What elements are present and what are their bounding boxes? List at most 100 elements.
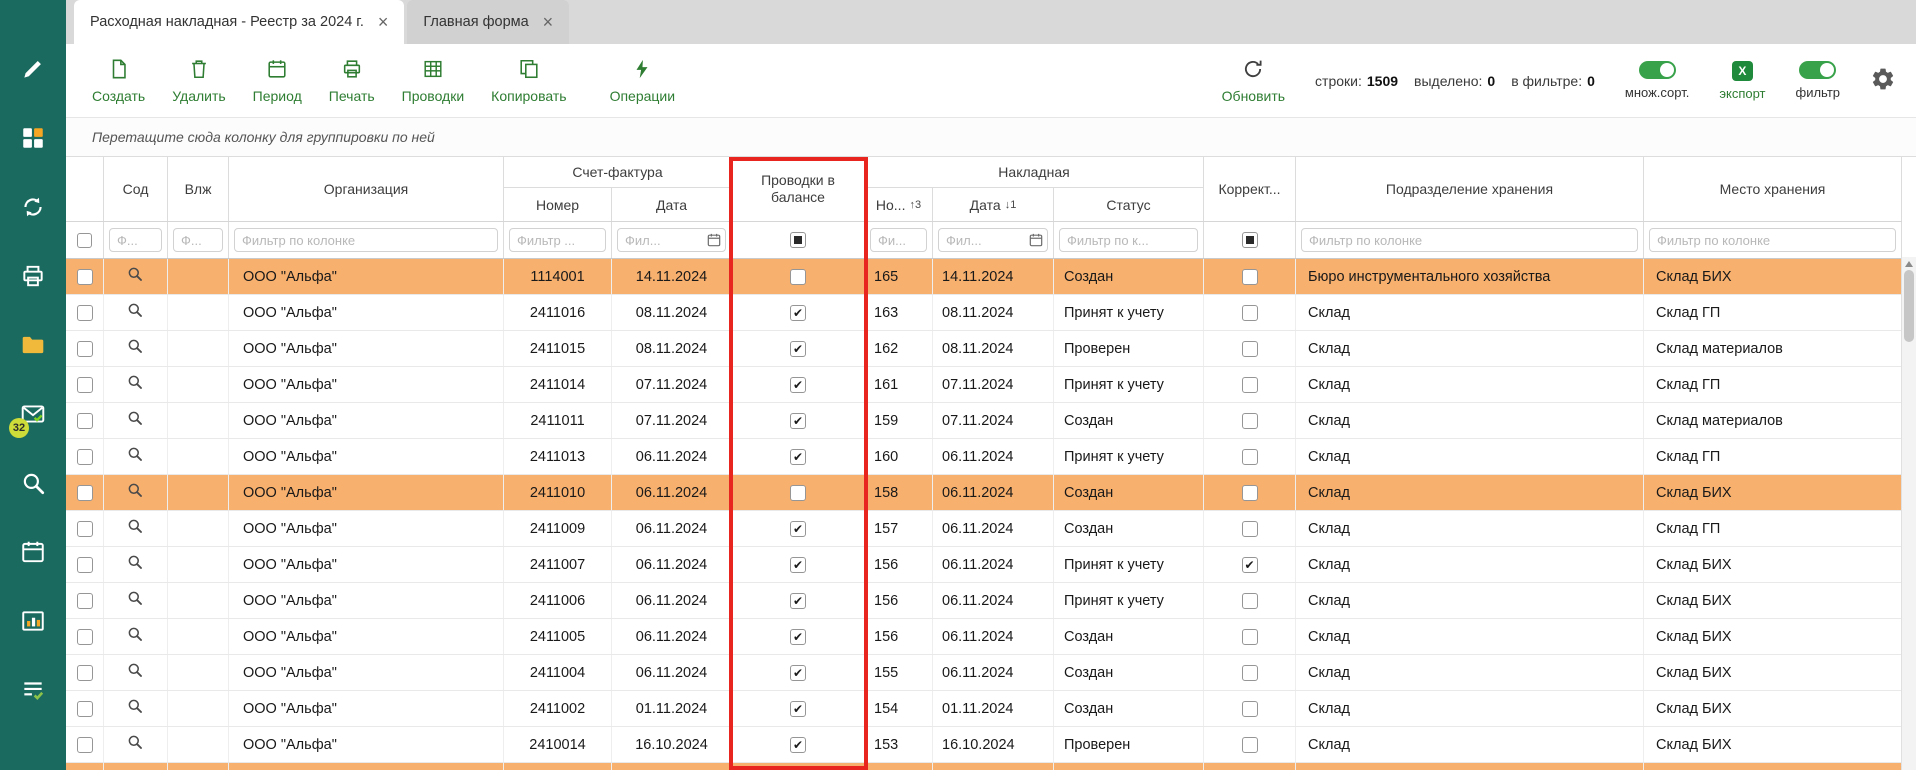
column-header-invoice-date[interactable]: Дата bbox=[612, 188, 732, 221]
row-open-cell[interactable] bbox=[104, 259, 168, 294]
posted-cell[interactable] bbox=[732, 763, 865, 770]
column-header-invoice-number[interactable]: Номер bbox=[504, 188, 612, 221]
posted-checkbox[interactable] bbox=[790, 557, 806, 573]
row-search-icon[interactable] bbox=[127, 302, 144, 323]
row-checkbox[interactable] bbox=[77, 593, 93, 609]
table-row[interactable]: ООО "Альфа"241101407.11.202416107.11.202… bbox=[66, 367, 1902, 403]
filter-organization-input[interactable] bbox=[234, 228, 498, 252]
correction-cell[interactable] bbox=[1204, 583, 1296, 618]
postings-button[interactable]: Проводки bbox=[402, 58, 465, 104]
correction-cell[interactable] bbox=[1204, 727, 1296, 762]
table-row[interactable]: ООО "Альфа"111400114.11.202416514.11.202… bbox=[66, 259, 1902, 295]
row-select-cell[interactable] bbox=[66, 295, 104, 330]
sidebar-item-sync[interactable] bbox=[19, 194, 47, 222]
row-open-cell[interactable] bbox=[104, 331, 168, 366]
posted-filter-checkbox[interactable] bbox=[790, 232, 806, 248]
vertical-scrollbar[interactable] bbox=[1901, 257, 1916, 770]
posted-cell[interactable] bbox=[732, 439, 865, 474]
row-search-icon[interactable] bbox=[127, 446, 144, 467]
filter-invoice-date-input[interactable] bbox=[617, 228, 726, 252]
correction-checkbox[interactable] bbox=[1242, 593, 1258, 609]
posted-cell[interactable] bbox=[732, 403, 865, 438]
row-checkbox[interactable] bbox=[77, 377, 93, 393]
posted-checkbox[interactable] bbox=[790, 269, 806, 285]
row-open-cell[interactable] bbox=[104, 403, 168, 438]
row-checkbox[interactable] bbox=[77, 521, 93, 537]
row-select-cell[interactable] bbox=[66, 259, 104, 294]
row-search-icon[interactable] bbox=[127, 734, 144, 755]
row-select-cell[interactable] bbox=[66, 763, 104, 770]
row-select-cell[interactable] bbox=[66, 547, 104, 582]
row-search-icon[interactable] bbox=[127, 698, 144, 719]
column-header-sod[interactable]: Сод bbox=[104, 157, 168, 221]
column-header-organization[interactable]: Организация bbox=[229, 157, 504, 221]
row-open-cell[interactable] bbox=[104, 763, 168, 770]
posted-cell[interactable] bbox=[732, 547, 865, 582]
table-row[interactable]: ООО "Альфа"241100506.11.202415606.11.202… bbox=[66, 619, 1902, 655]
posted-cell[interactable] bbox=[732, 331, 865, 366]
delete-button[interactable]: Удалить bbox=[172, 58, 225, 104]
sidebar-item-files[interactable] bbox=[19, 332, 47, 360]
row-select-cell[interactable] bbox=[66, 403, 104, 438]
posted-checkbox[interactable] bbox=[790, 593, 806, 609]
correction-cell[interactable] bbox=[1204, 367, 1296, 402]
row-search-icon[interactable] bbox=[127, 338, 144, 359]
operations-button[interactable]: Операции bbox=[610, 58, 676, 104]
column-header-location[interactable]: Место хранения bbox=[1644, 157, 1902, 221]
filter-vlzh-input[interactable] bbox=[173, 228, 223, 252]
row-open-cell[interactable] bbox=[104, 547, 168, 582]
posted-checkbox[interactable] bbox=[790, 737, 806, 753]
posted-checkbox[interactable] bbox=[790, 521, 806, 537]
row-select-cell[interactable] bbox=[66, 367, 104, 402]
row-open-cell[interactable] bbox=[104, 727, 168, 762]
posted-checkbox[interactable] bbox=[790, 305, 806, 321]
table-row[interactable]: ООО "Альфа"241100706.11.202415606.11.202… bbox=[66, 547, 1902, 583]
row-checkbox[interactable] bbox=[77, 737, 93, 753]
column-header-doc-number[interactable]: Но... ↑3 bbox=[865, 188, 933, 221]
correction-checkbox[interactable] bbox=[1242, 341, 1258, 357]
correction-cell[interactable] bbox=[1204, 475, 1296, 510]
export-button[interactable]: X экспорт bbox=[1719, 61, 1765, 101]
create-button[interactable]: Создать bbox=[92, 58, 145, 104]
sidebar-item-calendar[interactable] bbox=[19, 539, 47, 567]
settings-button[interactable] bbox=[1870, 66, 1896, 95]
row-search-icon[interactable] bbox=[127, 410, 144, 431]
filter-invoice-number-input[interactable] bbox=[509, 228, 606, 252]
posted-cell[interactable] bbox=[732, 619, 865, 654]
row-open-cell[interactable] bbox=[104, 511, 168, 546]
correction-cell[interactable] bbox=[1204, 403, 1296, 438]
correction-checkbox[interactable] bbox=[1242, 449, 1258, 465]
row-checkbox[interactable] bbox=[77, 269, 93, 285]
filter-doc-date-input[interactable] bbox=[938, 228, 1048, 252]
scroll-up-arrow-icon[interactable] bbox=[1905, 261, 1913, 267]
table-row[interactable]: ООО "Альфа"241100906.11.202415706.11.202… bbox=[66, 511, 1902, 547]
row-select-cell[interactable] bbox=[66, 583, 104, 618]
row-search-icon[interactable] bbox=[127, 662, 144, 683]
row-open-cell[interactable] bbox=[104, 475, 168, 510]
column-header-status[interactable]: Статус bbox=[1054, 188, 1204, 221]
column-header-department[interactable]: Подразделение хранения bbox=[1296, 157, 1644, 221]
sidebar-item-tasks[interactable] bbox=[19, 677, 47, 705]
row-open-cell[interactable] bbox=[104, 295, 168, 330]
correction-checkbox[interactable] bbox=[1242, 413, 1258, 429]
refresh-button[interactable]: Обновить bbox=[1222, 58, 1285, 104]
posted-checkbox[interactable] bbox=[790, 413, 806, 429]
row-checkbox[interactable] bbox=[77, 485, 93, 501]
correction-checkbox[interactable] bbox=[1242, 557, 1258, 573]
correction-cell[interactable] bbox=[1204, 655, 1296, 690]
sidebar-item-edit[interactable] bbox=[19, 56, 47, 84]
posted-cell[interactable] bbox=[732, 259, 865, 294]
filter-location-input[interactable] bbox=[1649, 228, 1896, 252]
posted-cell[interactable] bbox=[732, 727, 865, 762]
close-icon[interactable]: × bbox=[543, 13, 554, 31]
correction-cell[interactable] bbox=[1204, 295, 1296, 330]
row-search-icon[interactable] bbox=[127, 482, 144, 503]
correction-cell[interactable] bbox=[1204, 619, 1296, 654]
posted-cell[interactable] bbox=[732, 367, 865, 402]
correction-checkbox[interactable] bbox=[1242, 737, 1258, 753]
sidebar-item-mail[interactable]: 32 bbox=[19, 401, 47, 429]
row-search-icon[interactable] bbox=[127, 626, 144, 647]
row-select-cell[interactable] bbox=[66, 727, 104, 762]
row-open-cell[interactable] bbox=[104, 619, 168, 654]
tab-registry[interactable]: Расходная накладная - Реестр за 2024 г. … bbox=[74, 0, 404, 44]
